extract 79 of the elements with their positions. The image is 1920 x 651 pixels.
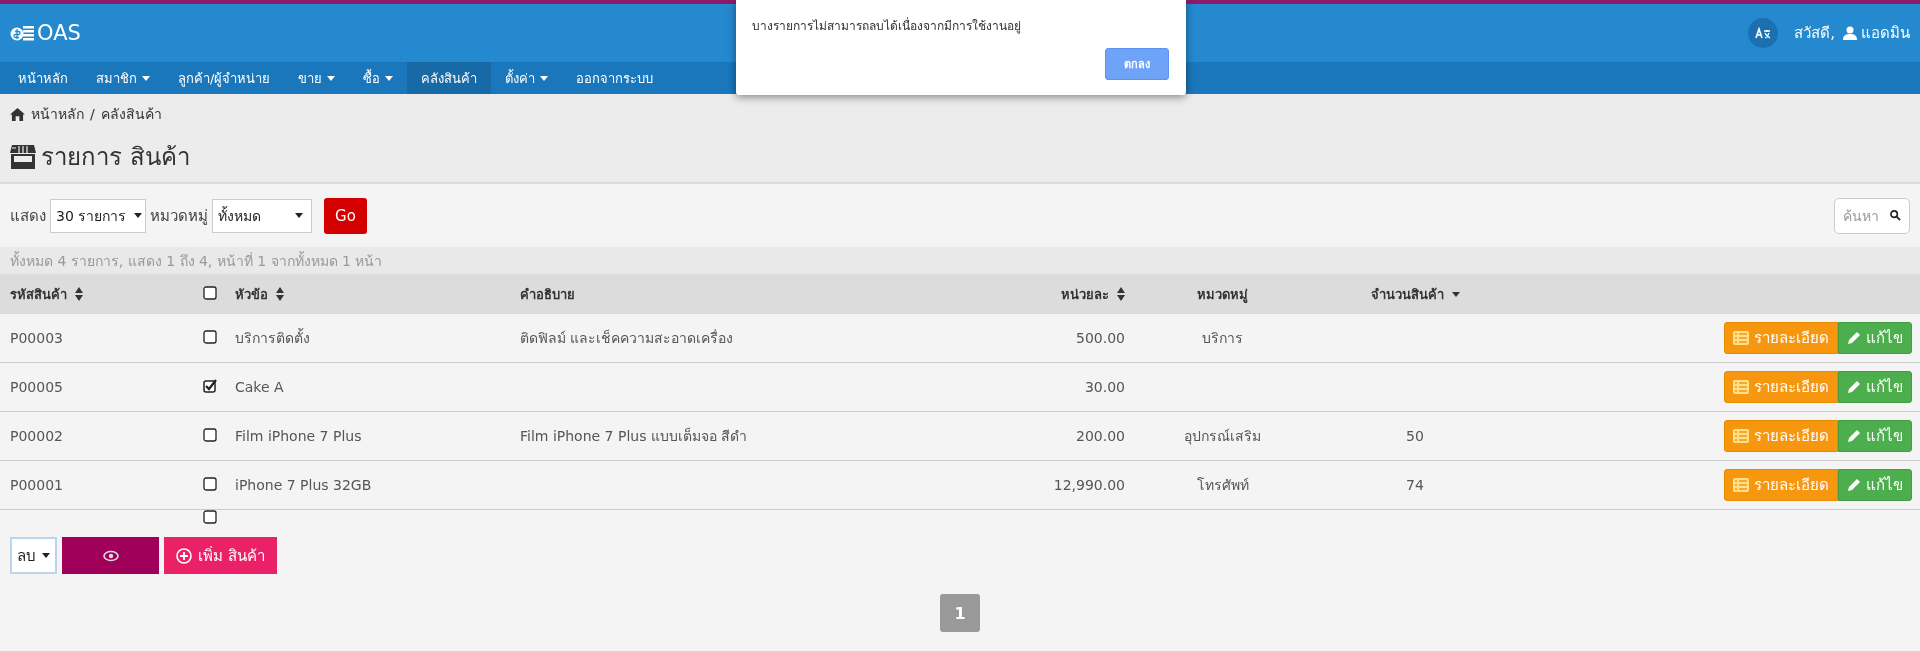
product-title: Cake A: [235, 379, 284, 395]
category-select[interactable]: ทั้งหมด: [212, 198, 312, 233]
ok-button[interactable]: ตกลง: [1105, 48, 1169, 80]
summary-text: ทั้งหมด 4 รายการ, แสดง 1 ถึง 4, หน้าที่ 1 จากทั้งหมด 1 หน้า: [0, 247, 1920, 274]
search-icon: [1890, 210, 1901, 221]
user-name[interactable]: แอดมิน: [1861, 21, 1910, 45]
breadcrumb-item: คลังสินค้า: [100, 105, 162, 124]
nav-item[interactable]: ลูกค้า/ผู้จำหน่าย: [164, 62, 285, 94]
product-category: บริการ: [1202, 330, 1243, 346]
pencil-icon: [1847, 380, 1861, 394]
plus-circle-icon: [176, 547, 192, 564]
home-icon: [10, 107, 25, 121]
nav-item[interactable]: ออกจากระบบ: [562, 62, 668, 94]
nav-item[interactable]: หน้าหลัก: [4, 62, 82, 94]
add-product-button[interactable]: เพิ่ม สินค้า: [164, 537, 277, 574]
unit-price: 30.00: [1084, 379, 1125, 395]
stock-quantity: 50: [1406, 428, 1424, 444]
nav-item[interactable]: ตั้งค่า: [491, 62, 563, 94]
nav-item[interactable]: คลังสินค้า: [407, 62, 492, 94]
translate-icon[interactable]: [1755, 27, 1772, 39]
user-icon: [1843, 26, 1857, 40]
stock-quantity: 74: [1406, 477, 1424, 493]
product-description: ติดฟิลม์ และเช็คความสะอาดเครื่อง: [520, 330, 734, 346]
caret-icon: [42, 553, 50, 558]
product-description: Film iPhone 7 Plus แบบเต็มจอ สีดำ: [520, 428, 748, 444]
product-code: P00005: [10, 379, 63, 395]
unit-price: 500.00: [1076, 330, 1125, 346]
money-stack-icon: [10, 24, 34, 42]
pencil-icon: [1847, 478, 1861, 492]
product-title: Film iPhone 7 Plus: [235, 428, 362, 444]
sortable-header[interactable]: หัวข้อ: [235, 283, 284, 305]
page-button[interactable]: 1: [940, 594, 980, 632]
show-label: แสดง: [10, 205, 46, 227]
nav-item[interactable]: ขาย: [284, 62, 350, 94]
column-header: คำอธิบาย: [520, 285, 575, 304]
search-field[interactable]: ค้นหา: [1834, 197, 1910, 234]
nav-item[interactable]: ซื้อ: [349, 62, 408, 94]
pencil-icon: [1847, 331, 1861, 345]
breadcrumb-item[interactable]: หน้าหลัก: [31, 103, 84, 125]
column-header: หมวดหมู่: [1197, 285, 1248, 305]
product-category: โทรศัพท์: [1196, 477, 1249, 493]
caret-icon: [295, 213, 303, 218]
product-title: iPhone 7 Plus 32GB: [235, 477, 372, 493]
pencil-icon: [1847, 429, 1861, 443]
product-code: P00001: [10, 477, 63, 493]
product-code: P00003: [10, 330, 63, 346]
page-size-select[interactable]: 30 รายการ: [50, 198, 146, 233]
page-title: รายการ สินค้า: [41, 142, 190, 173]
greeting-text: สวัสดี,: [1794, 23, 1835, 44]
action-select[interactable]: ลบ: [10, 537, 57, 574]
unit-price: 12,990.00: [1053, 477, 1125, 493]
dialog-message: บางรายการไม่สามารถลบได้เนื่องจากมีการใช้งานอยู่: [752, 16, 1021, 35]
product-code: P00002: [10, 428, 63, 444]
list-icon: [1733, 478, 1749, 492]
checked-checkbox[interactable]: [203, 378, 217, 393]
eye-icon: [102, 549, 119, 562]
app-logo[interactable]: OAS: [37, 21, 81, 45]
unit-price: 200.00: [1076, 428, 1125, 444]
store-icon: [10, 144, 36, 169]
product-category: อุปกรณ์เสริม: [1184, 428, 1261, 444]
checkbox[interactable]: [203, 427, 217, 442]
edit-button[interactable]: แก้ไข: [1838, 420, 1912, 452]
nav-item[interactable]: สมาชิก: [82, 62, 164, 94]
list-icon: [1733, 429, 1749, 443]
list-icon: [1733, 380, 1749, 394]
category-label: หมวดหมู่: [150, 205, 208, 227]
product-title: บริการติดตั้ง: [235, 330, 310, 346]
checkbox[interactable]: [203, 510, 217, 524]
edit-button[interactable]: แก้ไข: [1838, 371, 1912, 403]
translate-button[interactable]: [1748, 18, 1779, 48]
checkbox[interactable]: [203, 476, 217, 491]
caret-icon: [134, 213, 143, 218]
go-button[interactable]: Go: [324, 197, 367, 234]
checkbox[interactable]: [203, 329, 217, 344]
checkbox[interactable]: [203, 285, 217, 300]
list-icon: [1733, 331, 1749, 345]
edit-button[interactable]: แก้ไข: [1838, 469, 1912, 501]
edit-button[interactable]: แก้ไข: [1838, 322, 1912, 354]
breadcrumb-separator: /: [90, 106, 95, 122]
